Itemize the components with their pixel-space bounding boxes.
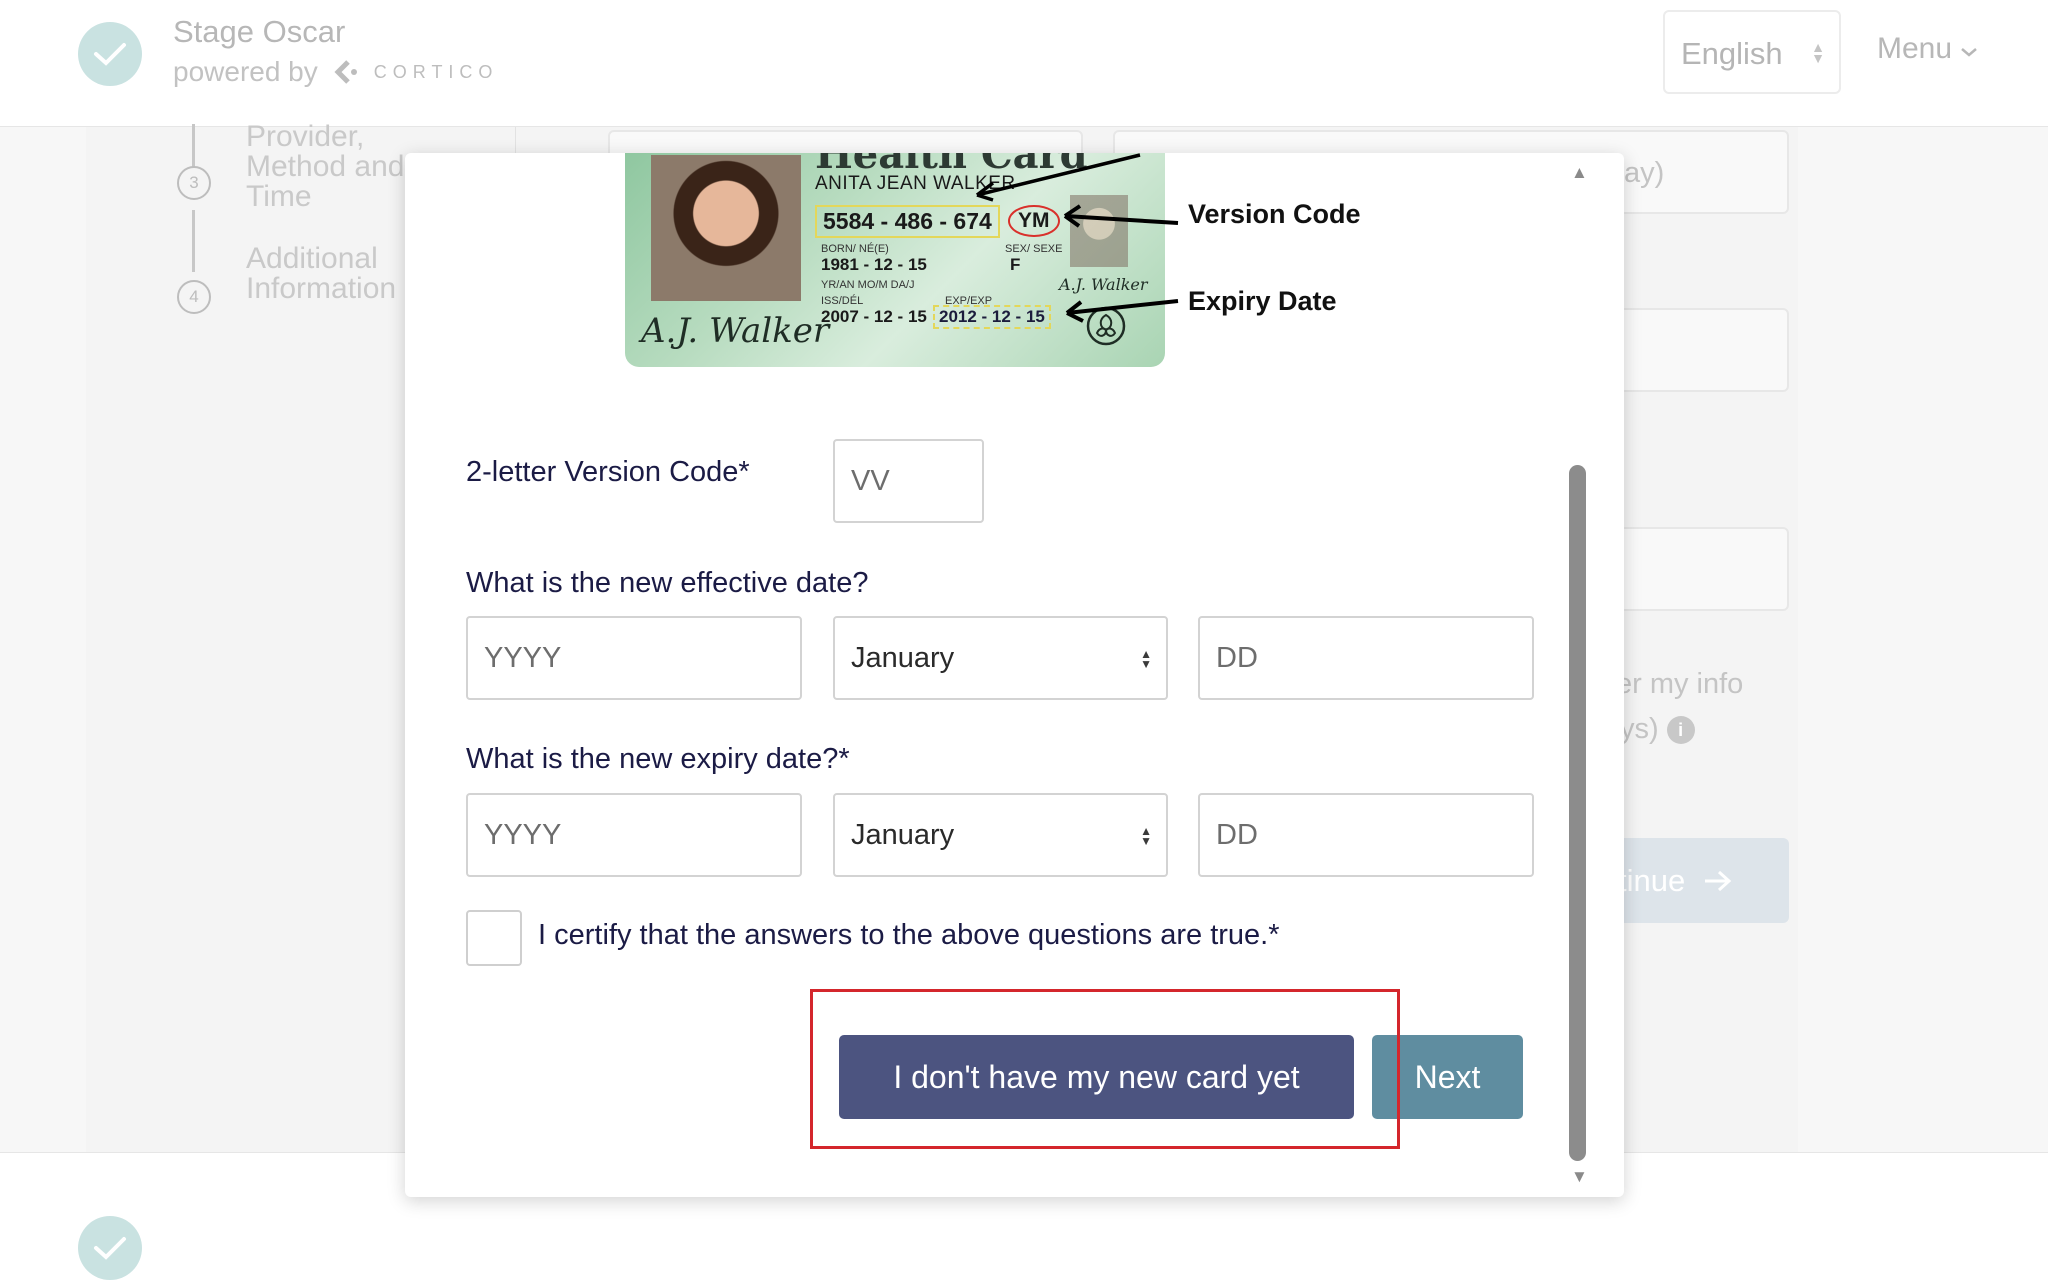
background-checkbox-label: er my info [1616, 668, 1744, 700]
effective-month-select[interactable]: January ▲ ▼ [833, 616, 1168, 700]
expiry-year-placeholder: YYYY [484, 818, 562, 851]
background-field[interactable] [1604, 308, 1789, 392]
expiry-year-input[interactable]: YYYY [466, 793, 802, 877]
step-label-provider-method-time[interactable]: Provider, Method and Time [246, 122, 416, 212]
continue-button[interactable]: tinue [1604, 838, 1789, 923]
step-number-3: 3 [177, 166, 211, 200]
menu-label: Menu [1877, 32, 1953, 65]
callout-arrows [975, 153, 1179, 323]
select-arrows-icon: ▲ ▼ [1140, 647, 1152, 671]
expiry-date-callout: Expiry Date [1188, 286, 1337, 316]
highlight-annotation-box [810, 989, 1400, 1149]
chevron-down-icon [1961, 48, 1978, 57]
health-card-update-modal: Health Card ANITA JEAN WALKER 5584 - 486… [405, 153, 1624, 1197]
scrollbar-thumb[interactable] [1569, 465, 1586, 1161]
version-code-input[interactable]: VV [833, 439, 984, 523]
scroll-down-arrow-icon[interactable]: ▼ [1571, 1167, 1588, 1187]
clinic-logo-check-icon [78, 22, 142, 86]
background-field-text: ay) [1624, 157, 1665, 189]
effective-date-label: What is the new effective date? [466, 567, 869, 599]
version-code-callout: Version Code [1188, 199, 1361, 229]
expiry-day-input[interactable]: DD [1198, 793, 1534, 877]
certify-label[interactable]: I certify that the answers to the above … [538, 919, 1280, 952]
expiry-date-label: What is the new expiry date?* [466, 743, 850, 775]
step-number-4: 4 [177, 280, 211, 314]
arrow-right-icon [1705, 870, 1732, 891]
certify-checkbox[interactable] [466, 910, 522, 966]
effective-year-input[interactable]: YYYY [466, 616, 802, 700]
expiry-day-placeholder: DD [1216, 818, 1258, 851]
effective-year-placeholder: YYYY [484, 641, 562, 674]
background-field[interactable] [1604, 527, 1789, 611]
clinic-title: Stage Oscar [173, 14, 346, 49]
expiry-month-value: January [851, 818, 955, 851]
version-code-label: 2-letter Version Code* [466, 456, 750, 488]
powered-by-text: powered by [173, 56, 318, 87]
scroll-up-arrow-icon[interactable]: ▲ [1571, 163, 1588, 183]
cortico-logo-icon [334, 60, 357, 84]
select-arrows-icon: ▲ ▼ [1811, 39, 1825, 66]
background-checkbox-label-text: ys) [1620, 713, 1659, 745]
effective-month-value: January [851, 641, 955, 674]
health-card-example: Health Card ANITA JEAN WALKER 5584 - 486… [625, 153, 1425, 368]
cortico-wordmark: CORTICO [373, 61, 499, 82]
language-select-value: English [1681, 36, 1783, 71]
steps-rail [192, 210, 195, 272]
version-code-placeholder: VV [851, 464, 890, 497]
powered-by: powered by CORTICO [173, 56, 498, 88]
info-icon[interactable]: i [1666, 716, 1695, 745]
step-label-additional-information[interactable]: Additional Information [246, 244, 416, 304]
footer-check-icon [78, 1216, 142, 1280]
continue-button-label: tinue [1618, 862, 1686, 898]
effective-day-placeholder: DD [1216, 641, 1258, 674]
expiry-month-select[interactable]: January ▲ ▼ [833, 793, 1168, 877]
top-bar: Stage Oscar powered by CORTICO English ▲… [0, 0, 2048, 127]
effective-day-input[interactable]: DD [1198, 616, 1534, 700]
menu-button[interactable]: Menu [1877, 32, 1978, 66]
language-select[interactable]: English ▲ ▼ [1663, 10, 1841, 94]
background-checkbox-label-2: ys) i [1620, 713, 1695, 746]
select-arrows-icon: ▲ ▼ [1140, 824, 1152, 848]
